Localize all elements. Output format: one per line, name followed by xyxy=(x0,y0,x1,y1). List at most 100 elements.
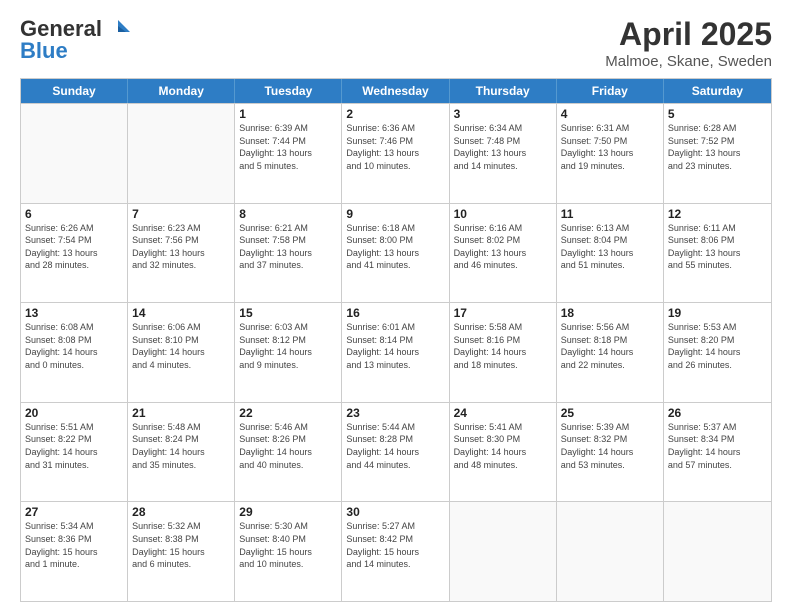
day-number: 1 xyxy=(239,107,337,121)
day-number: 16 xyxy=(346,306,444,320)
day-cell-28: 28Sunrise: 5:32 AM Sunset: 8:38 PM Dayli… xyxy=(128,502,235,601)
day-cell-27: 27Sunrise: 5:34 AM Sunset: 8:36 PM Dayli… xyxy=(21,502,128,601)
logo-blue: Blue xyxy=(20,38,68,64)
day-info: Sunrise: 5:53 AM Sunset: 8:20 PM Dayligh… xyxy=(668,321,767,371)
day-cell-17: 17Sunrise: 5:58 AM Sunset: 8:16 PM Dayli… xyxy=(450,303,557,402)
day-cell-29: 29Sunrise: 5:30 AM Sunset: 8:40 PM Dayli… xyxy=(235,502,342,601)
day-number: 9 xyxy=(346,207,444,221)
day-info: Sunrise: 5:41 AM Sunset: 8:30 PM Dayligh… xyxy=(454,421,552,471)
day-info: Sunrise: 5:39 AM Sunset: 8:32 PM Dayligh… xyxy=(561,421,659,471)
day-info: Sunrise: 5:48 AM Sunset: 8:24 PM Dayligh… xyxy=(132,421,230,471)
day-number: 28 xyxy=(132,505,230,519)
day-info: Sunrise: 6:18 AM Sunset: 8:00 PM Dayligh… xyxy=(346,222,444,272)
logo: General Blue xyxy=(20,16,132,64)
day-info: Sunrise: 5:30 AM Sunset: 8:40 PM Dayligh… xyxy=(239,520,337,570)
day-number: 17 xyxy=(454,306,552,320)
day-number: 30 xyxy=(346,505,444,519)
day-cell-21: 21Sunrise: 5:48 AM Sunset: 8:24 PM Dayli… xyxy=(128,403,235,502)
day-cell-25: 25Sunrise: 5:39 AM Sunset: 8:32 PM Dayli… xyxy=(557,403,664,502)
day-info: Sunrise: 6:01 AM Sunset: 8:14 PM Dayligh… xyxy=(346,321,444,371)
day-info: Sunrise: 6:06 AM Sunset: 8:10 PM Dayligh… xyxy=(132,321,230,371)
day-info: Sunrise: 5:56 AM Sunset: 8:18 PM Dayligh… xyxy=(561,321,659,371)
day-cell-15: 15Sunrise: 6:03 AM Sunset: 8:12 PM Dayli… xyxy=(235,303,342,402)
day-number: 5 xyxy=(668,107,767,121)
calendar-row-3: 13Sunrise: 6:08 AM Sunset: 8:08 PM Dayli… xyxy=(21,302,771,402)
logo-icon xyxy=(104,18,132,40)
empty-cell xyxy=(21,104,128,203)
day-info: Sunrise: 6:23 AM Sunset: 7:56 PM Dayligh… xyxy=(132,222,230,272)
day-info: Sunrise: 6:39 AM Sunset: 7:44 PM Dayligh… xyxy=(239,122,337,172)
day-info: Sunrise: 5:46 AM Sunset: 8:26 PM Dayligh… xyxy=(239,421,337,471)
day-number: 24 xyxy=(454,406,552,420)
day-number: 19 xyxy=(668,306,767,320)
day-header-wednesday: Wednesday xyxy=(342,79,449,103)
day-number: 20 xyxy=(25,406,123,420)
day-header-monday: Monday xyxy=(128,79,235,103)
day-number: 21 xyxy=(132,406,230,420)
title-block: April 2025 Malmoe, Skane, Sweden xyxy=(605,16,772,70)
day-cell-20: 20Sunrise: 5:51 AM Sunset: 8:22 PM Dayli… xyxy=(21,403,128,502)
day-cell-5: 5Sunrise: 6:28 AM Sunset: 7:52 PM Daylig… xyxy=(664,104,771,203)
day-number: 10 xyxy=(454,207,552,221)
header: General Blue April 2025 Malmoe, Skane, S… xyxy=(20,16,772,70)
day-cell-7: 7Sunrise: 6:23 AM Sunset: 7:56 PM Daylig… xyxy=(128,204,235,303)
day-info: Sunrise: 6:34 AM Sunset: 7:48 PM Dayligh… xyxy=(454,122,552,172)
day-header-saturday: Saturday xyxy=(664,79,771,103)
day-cell-13: 13Sunrise: 6:08 AM Sunset: 8:08 PM Dayli… xyxy=(21,303,128,402)
day-info: Sunrise: 6:21 AM Sunset: 7:58 PM Dayligh… xyxy=(239,222,337,272)
day-cell-12: 12Sunrise: 6:11 AM Sunset: 8:06 PM Dayli… xyxy=(664,204,771,303)
day-cell-4: 4Sunrise: 6:31 AM Sunset: 7:50 PM Daylig… xyxy=(557,104,664,203)
day-info: Sunrise: 5:37 AM Sunset: 8:34 PM Dayligh… xyxy=(668,421,767,471)
day-cell-6: 6Sunrise: 6:26 AM Sunset: 7:54 PM Daylig… xyxy=(21,204,128,303)
day-info: Sunrise: 5:58 AM Sunset: 8:16 PM Dayligh… xyxy=(454,321,552,371)
day-cell-1: 1Sunrise: 6:39 AM Sunset: 7:44 PM Daylig… xyxy=(235,104,342,203)
day-info: Sunrise: 6:03 AM Sunset: 8:12 PM Dayligh… xyxy=(239,321,337,371)
day-cell-30: 30Sunrise: 5:27 AM Sunset: 8:42 PM Dayli… xyxy=(342,502,449,601)
day-number: 29 xyxy=(239,505,337,519)
day-info: Sunrise: 5:27 AM Sunset: 8:42 PM Dayligh… xyxy=(346,520,444,570)
calendar-row-2: 6Sunrise: 6:26 AM Sunset: 7:54 PM Daylig… xyxy=(21,203,771,303)
day-number: 18 xyxy=(561,306,659,320)
calendar-header: SundayMondayTuesdayWednesdayThursdayFrid… xyxy=(21,79,771,103)
day-info: Sunrise: 5:51 AM Sunset: 8:22 PM Dayligh… xyxy=(25,421,123,471)
day-number: 23 xyxy=(346,406,444,420)
calendar-subtitle: Malmoe, Skane, Sweden xyxy=(605,53,772,70)
day-number: 25 xyxy=(561,406,659,420)
day-number: 7 xyxy=(132,207,230,221)
day-number: 27 xyxy=(25,505,123,519)
day-number: 22 xyxy=(239,406,337,420)
day-info: Sunrise: 6:36 AM Sunset: 7:46 PM Dayligh… xyxy=(346,122,444,172)
day-cell-3: 3Sunrise: 6:34 AM Sunset: 7:48 PM Daylig… xyxy=(450,104,557,203)
day-number: 8 xyxy=(239,207,337,221)
empty-cell xyxy=(664,502,771,601)
day-number: 3 xyxy=(454,107,552,121)
day-cell-8: 8Sunrise: 6:21 AM Sunset: 7:58 PM Daylig… xyxy=(235,204,342,303)
day-info: Sunrise: 6:28 AM Sunset: 7:52 PM Dayligh… xyxy=(668,122,767,172)
day-number: 4 xyxy=(561,107,659,121)
calendar: SundayMondayTuesdayWednesdayThursdayFrid… xyxy=(20,78,772,602)
calendar-title: April 2025 xyxy=(605,16,772,53)
calendar-row-4: 20Sunrise: 5:51 AM Sunset: 8:22 PM Dayli… xyxy=(21,402,771,502)
day-info: Sunrise: 6:26 AM Sunset: 7:54 PM Dayligh… xyxy=(25,222,123,272)
day-cell-11: 11Sunrise: 6:13 AM Sunset: 8:04 PM Dayli… xyxy=(557,204,664,303)
calendar-row-1: 1Sunrise: 6:39 AM Sunset: 7:44 PM Daylig… xyxy=(21,103,771,203)
day-number: 11 xyxy=(561,207,659,221)
day-info: Sunrise: 6:11 AM Sunset: 8:06 PM Dayligh… xyxy=(668,222,767,272)
day-header-sunday: Sunday xyxy=(21,79,128,103)
day-number: 6 xyxy=(25,207,123,221)
empty-cell xyxy=(557,502,664,601)
empty-cell xyxy=(450,502,557,601)
empty-cell xyxy=(128,104,235,203)
day-header-friday: Friday xyxy=(557,79,664,103)
day-cell-10: 10Sunrise: 6:16 AM Sunset: 8:02 PM Dayli… xyxy=(450,204,557,303)
day-cell-23: 23Sunrise: 5:44 AM Sunset: 8:28 PM Dayli… xyxy=(342,403,449,502)
day-info: Sunrise: 5:34 AM Sunset: 8:36 PM Dayligh… xyxy=(25,520,123,570)
day-number: 26 xyxy=(668,406,767,420)
day-cell-19: 19Sunrise: 5:53 AM Sunset: 8:20 PM Dayli… xyxy=(664,303,771,402)
day-cell-14: 14Sunrise: 6:06 AM Sunset: 8:10 PM Dayli… xyxy=(128,303,235,402)
day-cell-22: 22Sunrise: 5:46 AM Sunset: 8:26 PM Dayli… xyxy=(235,403,342,502)
day-number: 2 xyxy=(346,107,444,121)
day-cell-26: 26Sunrise: 5:37 AM Sunset: 8:34 PM Dayli… xyxy=(664,403,771,502)
day-cell-2: 2Sunrise: 6:36 AM Sunset: 7:46 PM Daylig… xyxy=(342,104,449,203)
day-info: Sunrise: 6:31 AM Sunset: 7:50 PM Dayligh… xyxy=(561,122,659,172)
